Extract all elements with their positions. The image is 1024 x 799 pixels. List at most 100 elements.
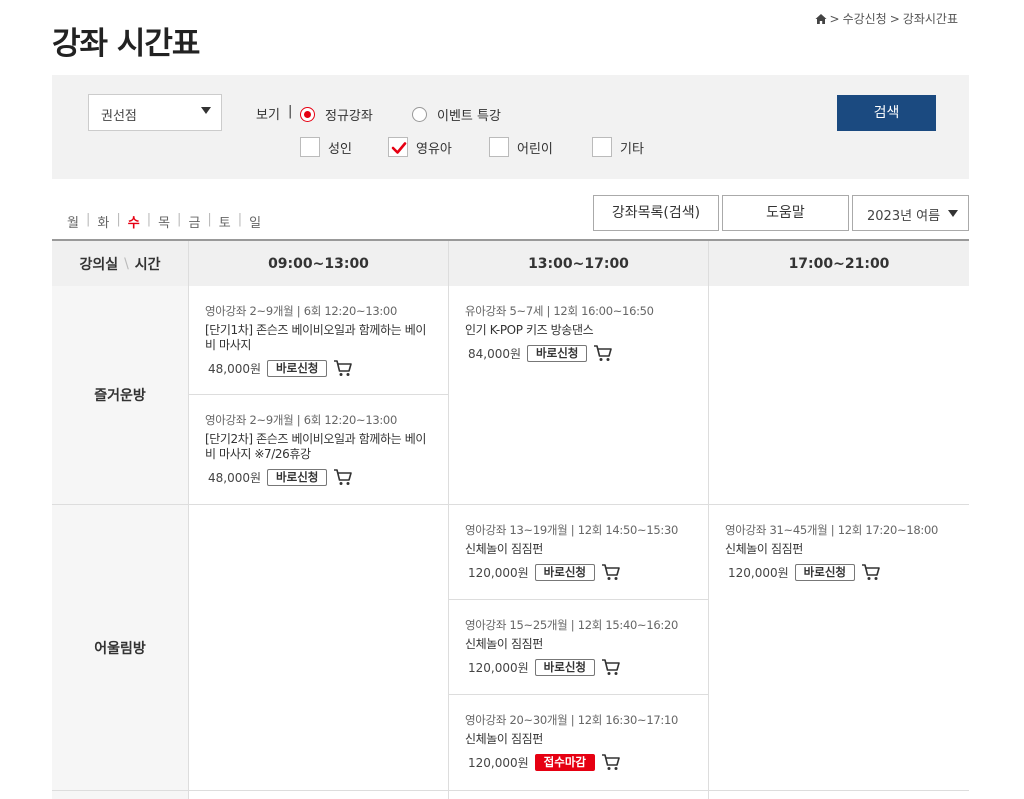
- course-price: 48,000원: [208, 361, 262, 376]
- course-card: 영아강좌 13~19개월 | 12회 14:50~15:30 신체놀이 짐짐펀 …: [449, 505, 708, 600]
- view-separator: |: [288, 104, 293, 119]
- slot-cell: 영아강좌 31~45개월 | 12회 17:20~18:00 신체놀이 짐짐펀 …: [709, 505, 969, 791]
- view-label: 보기: [256, 108, 280, 123]
- tab-day-thu[interactable]: 목: [158, 212, 170, 231]
- course-price: 120,000원: [468, 565, 529, 580]
- slot-cell-next: [189, 791, 449, 799]
- checkbox-infant[interactable]: 영유아: [388, 137, 452, 157]
- cart-icon[interactable]: [861, 563, 881, 581]
- cart-icon[interactable]: [601, 753, 621, 771]
- slot-cell-empty: [189, 505, 449, 791]
- tab-day-wed[interactable]: 수: [128, 212, 140, 231]
- course-meta: 영아강좌 20~30개월 | 12회 16:30~17:10: [465, 713, 679, 727]
- checkbox-infant-label: 영유아: [416, 141, 452, 157]
- season-select-value: 2023년 여름: [867, 209, 941, 224]
- course-name[interactable]: 신체놀이 짐짐펀: [465, 637, 692, 652]
- breadcrumb-sep: >: [889, 11, 900, 26]
- corner-time-label: 시간: [134, 256, 161, 273]
- tab-day-fri[interactable]: 금: [188, 212, 200, 231]
- cart-icon[interactable]: [601, 658, 621, 676]
- season-select[interactable]: 2023년 여름: [852, 195, 969, 231]
- course-card: 영아강좌 2~9개월 | 6회 12:20~13:00 [단기2차] 존슨즈 베…: [189, 395, 448, 505]
- slot-header-evening: 17:00~21:00: [709, 241, 969, 286]
- course-meta: 영아강좌 31~45개월 | 12회 17:20~18:00: [725, 523, 939, 537]
- tab-day-tue[interactable]: 화: [97, 212, 109, 231]
- course-name[interactable]: 인기 K-POP 키즈 방송댄스: [465, 323, 692, 338]
- course-name[interactable]: 신체놀이 짐짐펀: [465, 542, 692, 557]
- tab-day-sat[interactable]: 토: [219, 212, 231, 231]
- branch-select[interactable]: 권선점: [88, 94, 222, 131]
- checkbox-adult-label: 성인: [328, 141, 352, 157]
- breadcrumb-item-enroll[interactable]: 수강신청: [843, 10, 887, 27]
- day-tabs: 월 | 화 | 수 | 목 | 금 | 토 | 일: [67, 212, 261, 231]
- course-price: 120,000원: [728, 565, 789, 580]
- day-separator: |: [116, 212, 121, 227]
- slot-header-morning: 09:00~13:00: [189, 241, 449, 286]
- breadcrumb-sep: >: [829, 11, 840, 26]
- tab-day-sun[interactable]: 일: [249, 212, 261, 231]
- course-card: 영아강좌 20~30개월 | 12회 16:30~17:10 신체놀이 짐짐펀 …: [449, 695, 708, 791]
- checkbox-etc[interactable]: 기타: [592, 137, 644, 157]
- course-meta: 영아강좌 13~19개월 | 12회 14:50~15:30: [465, 523, 679, 537]
- help-button[interactable]: 도움말: [722, 195, 849, 231]
- slot-cell-empty: [709, 286, 969, 505]
- checkbox-child-label: 어린이: [517, 141, 553, 157]
- slot-cell-next: [449, 791, 709, 799]
- course-list-button[interactable]: 강좌목록(검색): [593, 195, 719, 231]
- apply-button[interactable]: 바로신청: [527, 344, 588, 362]
- breadcrumb: > 수강신청 > 강좌시간표: [815, 10, 958, 27]
- apply-button[interactable]: 바로신청: [794, 563, 855, 581]
- radio-regular-label: 정규강좌: [325, 109, 373, 124]
- caret-down-icon: [201, 107, 211, 114]
- room-name: 즐거운방: [52, 286, 189, 505]
- course-meta: 영아강좌 2~9개월 | 6회 12:20~13:00: [205, 413, 397, 427]
- caret-down-icon: [948, 210, 958, 217]
- apply-button[interactable]: 바로신청: [534, 563, 595, 581]
- corner-room-label: 강의실: [79, 256, 119, 273]
- slot-cell-next: [709, 791, 969, 799]
- corner-separator: \: [124, 255, 129, 272]
- course-card: 영아강좌 15~25개월 | 12회 15:40~16:20 신체놀이 짐짐펀 …: [449, 600, 708, 695]
- checkbox-child[interactable]: 어린이: [489, 137, 553, 157]
- radio-event-label: 이벤트 특강: [437, 109, 501, 124]
- radio-unselected-icon: [412, 107, 427, 122]
- radio-regular-course[interactable]: 정규강좌: [300, 105, 373, 124]
- filter-panel: 권선점 보기 | 정규강좌 이벤트 특강 성인 영유아 어린이 기타 검색: [52, 75, 969, 179]
- day-separator: |: [85, 212, 91, 227]
- checkbox-box: [388, 137, 408, 157]
- cart-icon[interactable]: [333, 359, 353, 377]
- apply-button[interactable]: 바로신청: [534, 658, 595, 676]
- course-name[interactable]: [단기2차] 존슨즈 베이비오일과 함께하는 베이비 마사지 ※7/26휴강: [205, 432, 432, 462]
- course-name[interactable]: [단기1차] 존슨즈 베이비오일과 함께하는 베이비 마사지: [205, 323, 432, 353]
- slot-cell: 영아강좌 13~19개월 | 12회 14:50~15:30 신체놀이 짐짐펀 …: [449, 505, 709, 791]
- branch-select-value: 권선점: [101, 109, 137, 124]
- course-card: 영아강좌 2~9개월 | 6회 12:20~13:00 [단기1차] 존슨즈 베…: [189, 286, 448, 395]
- cart-icon[interactable]: [333, 468, 353, 486]
- course-name[interactable]: 신체놀이 짐짐펀: [725, 542, 953, 557]
- day-separator: |: [146, 212, 152, 227]
- day-separator: |: [237, 212, 243, 227]
- cart-icon[interactable]: [593, 344, 613, 362]
- checkbox-etc-label: 기타: [620, 141, 644, 157]
- breadcrumb-item-timetable[interactable]: 강좌시간표: [903, 10, 958, 27]
- course-price: 48,000원: [208, 470, 262, 485]
- course-meta: 영아강좌 2~9개월 | 6회 12:20~13:00: [205, 304, 397, 318]
- course-name[interactable]: 신체놀이 짐짐펀: [465, 732, 692, 747]
- page-title: 강좌 시간표: [52, 26, 200, 62]
- radio-event-course[interactable]: 이벤트 특강: [412, 105, 501, 124]
- course-meta: 유아강좌 5~7세 | 12회 16:00~16:50: [465, 304, 654, 318]
- course-price: 84,000원: [468, 346, 522, 361]
- radio-selected-icon: [300, 107, 315, 122]
- tab-day-mon[interactable]: 월: [67, 212, 79, 231]
- home-icon[interactable]: [815, 13, 827, 25]
- day-separator: |: [177, 212, 182, 227]
- cart-icon[interactable]: [601, 563, 621, 581]
- course-card: 영아강좌 31~45개월 | 12회 17:20~18:00 신체놀이 짐짐펀 …: [709, 505, 969, 600]
- apply-button[interactable]: 바로신청: [267, 468, 328, 486]
- check-icon: [391, 142, 407, 154]
- search-button[interactable]: 검색: [837, 95, 936, 131]
- apply-button[interactable]: 바로신청: [267, 359, 328, 377]
- timetable-grid: 강의실 \ 시간 09:00~13:00 13:00~17:00 17:00~2…: [52, 239, 969, 799]
- checkbox-adult[interactable]: 성인: [300, 137, 352, 157]
- closed-badge: 접수마감: [534, 753, 595, 771]
